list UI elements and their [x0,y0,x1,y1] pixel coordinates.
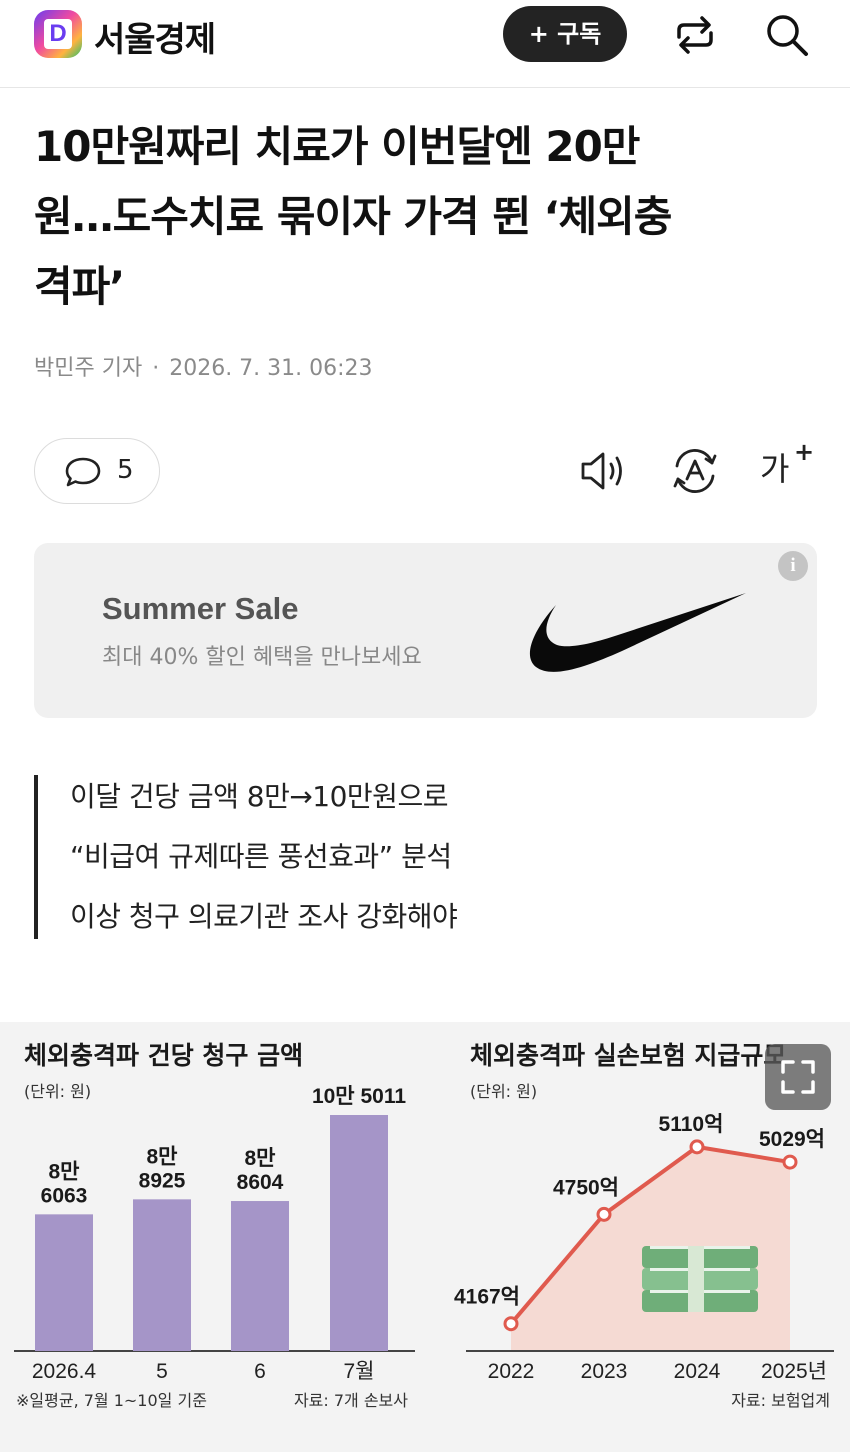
byline-separator: · [152,356,160,381]
bar-value-label: 10만 5011 [312,1085,406,1108]
x-tick-label: 2022 [488,1360,535,1383]
line-chart-source: 자료: 보험업계 [731,1391,830,1410]
expand-image-button[interactable] [765,1044,831,1110]
bar-value-label: 8만 [245,1147,276,1170]
subscribe-button[interactable]: + 구독 [503,6,627,62]
ad-subtitle: 최대 40% 할인 혜택을 만나보세요 [102,645,422,670]
line-chart-title: 체외충격파 실손보험 지급규모 [470,1041,786,1070]
x-tick-label: 7월 [344,1360,375,1383]
speaker-icon[interactable] [578,446,632,496]
line-point [596,1206,612,1222]
byline: 박민주 기자 · 2026. 7. 31. 06:23 [34,350,373,382]
comment-count: 5 [117,455,134,485]
bar-value-label: 8604 [237,1171,284,1194]
bar-chart-marks: 8만60632026.48만892558만8604610만 50117월 [32,1085,406,1383]
search-icon[interactable] [762,10,812,60]
article-summary: 이달 건당 금액 8만→10만원으로 “비급여 규제따른 풍선효과” 분석 이상… [34,775,734,939]
translate-icon[interactable] [668,446,722,496]
bar-chart-source: 자료: 7개 손보사 [294,1391,408,1410]
ad-title: Summer Sale [102,591,299,626]
summary-line: 이상 청구 의료기관 조사 강화해야 [70,900,458,933]
bar [330,1115,388,1351]
bar-chart-title: 체외충격파 건당 청구 금액 [24,1041,303,1070]
ad-banner[interactable]: Summer Sale 최대 40% 할인 혜택을 만나보세요 i [34,543,817,718]
summary-line: 이달 건당 금액 8만→10만원으로 [70,780,448,813]
headline-line: 원…도수치료 묶이자 가격 뛴 ‘체외충 [34,192,672,241]
line-chart-unit: (단위: 원) [470,1082,537,1101]
fullscreen-icon [781,1060,815,1094]
x-tick-label: 2024 [674,1360,721,1383]
x-tick-label: 2023 [581,1360,628,1383]
comment-icon [65,457,101,487]
font-size-icon[interactable]: 가 + [760,438,814,494]
bar [35,1214,93,1351]
top-bar: D 서울경제 + 구독 [0,0,850,88]
bar-value-label: 8만 [147,1145,178,1168]
bar [133,1199,191,1351]
summary-line: “비급여 규제따른 풍선효과” 분석 [70,840,452,873]
line-value-label: 5029억 [759,1128,825,1151]
line-point [689,1139,705,1155]
ad-info-icon[interactable]: i [778,551,808,581]
x-tick-label: 2025년 [761,1360,827,1383]
infographic[interactable]: 체외충격파 건당 청구 금액 (단위: 원) 8만 6063 2026.4 8만 892… [0,1022,850,1452]
bar [231,1201,289,1351]
logo-letter: D [44,19,72,49]
share-icon[interactable] [670,10,720,60]
font-size-glyph: 가 [760,450,790,488]
publisher-name[interactable]: 서울경제 [94,12,216,61]
comments-button[interactable]: 5 [34,438,160,504]
publish-time: 2026. 7. 31. 06:23 [169,356,373,381]
bar-value-label: 6063 [41,1184,88,1207]
bar-chart-footnote: ※일평균, 7월 1~10일 기준 [16,1391,207,1410]
headline-line: 10만원짜리 치료가 이번달엔 20만 [34,122,640,171]
app-logo[interactable]: D [34,10,82,58]
money-stack-illustration [642,1246,758,1312]
article-headline: 10만원짜리 치료가 이번달엔 20만 원…도수치료 묶이자 가격 뛴 ‘체외충… [34,112,824,322]
line-value-label: 4167억 [454,1286,520,1309]
charts-canvas: 체외충격파 건당 청구 금액 (단위: 원) 8만60632026.48만892… [14,1041,834,1410]
x-tick-label: 5 [156,1360,168,1383]
bar-chart-unit: (단위: 원) [24,1082,91,1101]
x-tick-label: 6 [254,1360,266,1383]
author-name[interactable]: 박민주 기자 [34,356,142,381]
bar-value-label: 8925 [139,1169,186,1192]
headline-line: 격파’ [34,262,125,311]
swoosh-logo [529,593,746,672]
plus-icon: + [794,438,815,466]
line-point [503,1316,519,1332]
x-tick-label: 2026.4 [32,1360,97,1383]
line-value-label: 4750억 [553,1176,619,1199]
line-chart-marks: 4167억 2022 4750억 2023 5110억 2024 5029억 2025년 [454,1113,827,1383]
line-point [782,1154,798,1170]
bar-value-label: 8만 [49,1160,80,1183]
line-value-label: 5110억 [659,1113,724,1136]
